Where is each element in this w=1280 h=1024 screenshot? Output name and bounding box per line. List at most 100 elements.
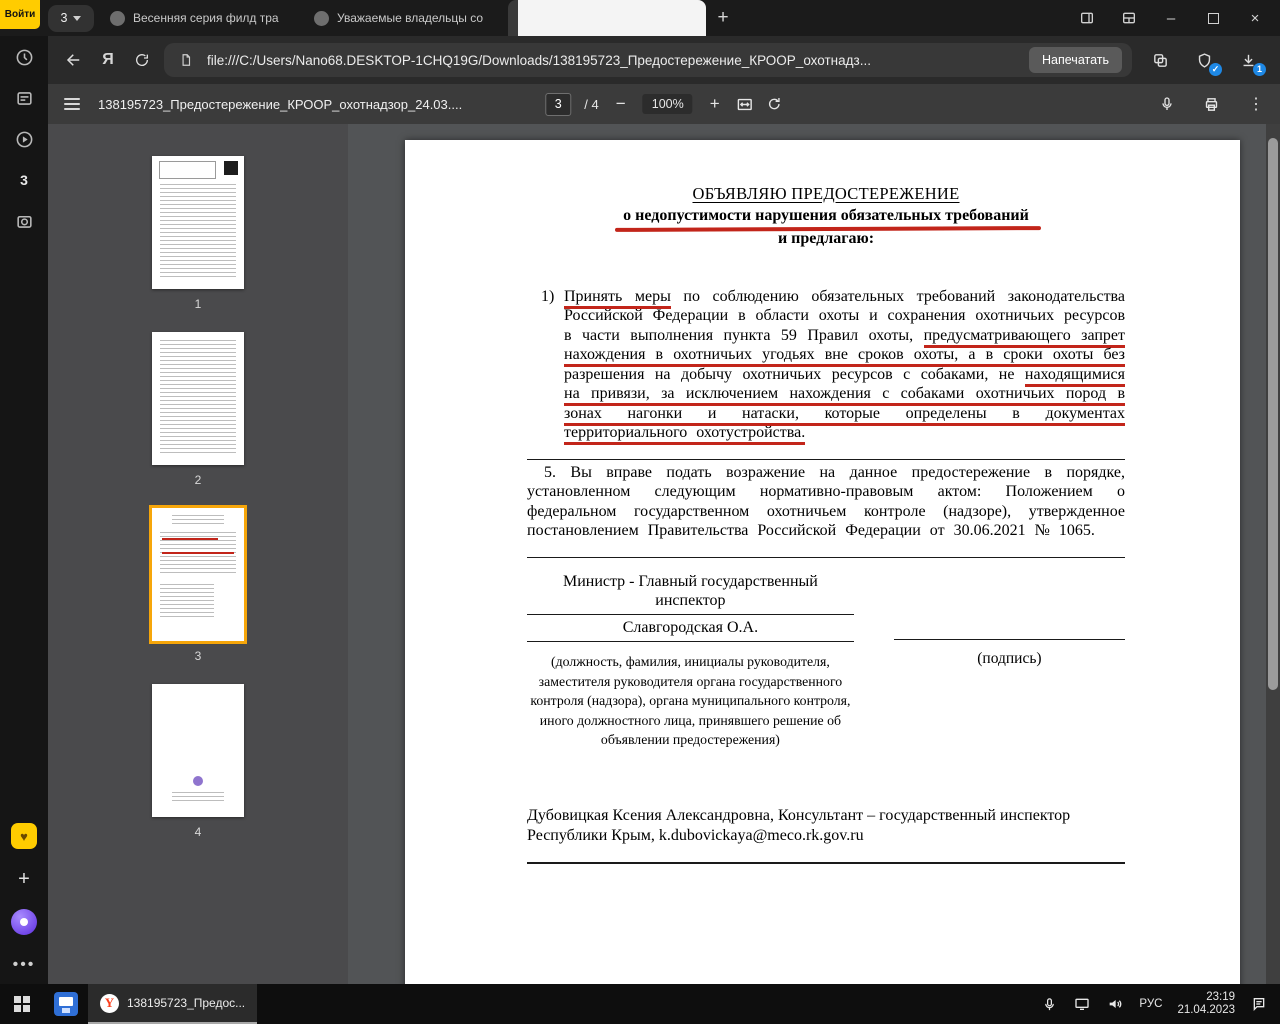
browser-side-rail: 3 ♥ + ••• bbox=[0, 36, 48, 984]
rotate-icon[interactable] bbox=[767, 96, 783, 112]
start-button[interactable] bbox=[0, 984, 44, 1024]
divider-line bbox=[527, 459, 1125, 460]
position-note: (должность, фамилия, инициалы руководите… bbox=[527, 652, 854, 750]
add-widget-icon[interactable]: + bbox=[13, 868, 35, 890]
print-icon[interactable] bbox=[1203, 96, 1220, 113]
signature-right-column: (подпись) bbox=[894, 572, 1125, 750]
download-icon[interactable]: 1 bbox=[1236, 48, 1260, 72]
close-button[interactable]: × bbox=[1246, 9, 1264, 27]
minister-title: Министр - Главный государственный инспек… bbox=[527, 572, 854, 610]
browser-window: Войти 3 Весенняя серия филд тра Уважаемы… bbox=[0, 0, 1280, 1024]
thumbnail-page-1[interactable]: 1 bbox=[152, 156, 244, 311]
feed-icon[interactable] bbox=[13, 87, 35, 109]
text-segment: разрешения на добычу охотничьих ресурсов… bbox=[564, 366, 1025, 383]
collections-icon[interactable] bbox=[1148, 48, 1172, 72]
video-icon[interactable] bbox=[13, 128, 35, 150]
fit-width-icon[interactable] bbox=[737, 96, 754, 113]
url-field[interactable]: file:///C:/Users/Nano68.DESKTOP-1CHQ19G/… bbox=[164, 43, 1132, 77]
thumbnail-preview bbox=[162, 552, 234, 554]
thumbnail-preview bbox=[172, 515, 224, 525]
thumbnail-page-4[interactable]: 4 bbox=[152, 684, 244, 839]
pdf-menu-icon[interactable] bbox=[64, 98, 80, 110]
windows-logo-icon bbox=[14, 996, 30, 1012]
time: 23:19 bbox=[1177, 991, 1235, 1005]
document-app-icon bbox=[54, 992, 78, 1016]
rail-tab-count[interactable]: 3 bbox=[13, 169, 35, 191]
page-number-input[interactable]: 3 bbox=[545, 93, 571, 116]
clause-5-paragraph: 5. Вы вправе подать возражение на данное… bbox=[527, 463, 1125, 541]
thumbnail-page-number: 1 bbox=[152, 297, 244, 311]
divider-line bbox=[527, 863, 1125, 864]
yandex-search-icon[interactable]: Я bbox=[96, 48, 120, 72]
thumbnail-preview[interactable] bbox=[152, 332, 244, 465]
address-url[interactable]: file:///C:/Users/Nano68.DESKTOP-1CHQ19G/… bbox=[207, 53, 1020, 68]
volume-icon[interactable] bbox=[1106, 995, 1124, 1013]
more-options-icon[interactable]: ⋮ bbox=[1248, 94, 1264, 114]
windows-taskbar: Y 138195723_Предос... РУС 23:19 21.04.20… bbox=[0, 984, 1280, 1024]
vertical-scrollbar[interactable] bbox=[1266, 124, 1280, 984]
tab-favicon bbox=[314, 11, 329, 26]
pdf-page-3: ОБЪЯВЛЯЮ ПРЕДОСТЕРЕЖЕНИЕ о недопустимост… bbox=[405, 140, 1240, 984]
tab-counter-value: 3 bbox=[61, 11, 68, 25]
thumbnail-preview bbox=[160, 584, 214, 618]
favorites-icon[interactable]: ♥ bbox=[11, 823, 37, 849]
browser-tab-1[interactable]: Весенняя серия филд тра bbox=[100, 0, 298, 36]
login-button[interactable]: Войти bbox=[0, 0, 40, 29]
scrollbar-thumb[interactable] bbox=[1268, 138, 1278, 690]
document-subtitle-2: и предлагаю: bbox=[527, 229, 1125, 249]
tab-groups-icon[interactable] bbox=[1120, 9, 1138, 27]
pdf-toolbar: 138195723_Предостережение_КРООР_охотнадз… bbox=[48, 84, 1280, 124]
thumbnail-preview[interactable] bbox=[152, 684, 244, 817]
screenshot-icon[interactable] bbox=[13, 210, 35, 232]
signature-block: Министр - Главный государственный инспек… bbox=[527, 572, 1125, 750]
print-page-button[interactable]: Напечатать bbox=[1029, 47, 1122, 73]
divider-line bbox=[527, 557, 1125, 558]
taskbar-browser-item[interactable]: Y 138195723_Предос... bbox=[88, 984, 257, 1024]
page-total-label: / 4 bbox=[584, 97, 598, 112]
thumbnail-page-3-selected[interactable]: 3 bbox=[152, 508, 244, 663]
zoom-in-button[interactable]: + bbox=[706, 94, 724, 114]
history-icon[interactable] bbox=[13, 46, 35, 68]
address-bar-actions: ✓ 1 bbox=[1142, 48, 1266, 72]
chevron-down-icon bbox=[73, 16, 81, 21]
thumbnail-preview[interactable] bbox=[152, 508, 244, 641]
yandex-browser-icon: Y bbox=[100, 994, 119, 1013]
thumbnail-preview bbox=[172, 792, 224, 804]
thumbnail-preview bbox=[159, 161, 216, 179]
read-aloud-mic-icon[interactable] bbox=[1159, 96, 1175, 112]
alice-assistant-icon[interactable] bbox=[11, 909, 37, 935]
protect-shield-icon[interactable]: ✓ bbox=[1192, 48, 1216, 72]
maximize-button[interactable] bbox=[1204, 9, 1222, 27]
minimize-button[interactable]: – bbox=[1162, 9, 1180, 27]
zoom-level[interactable]: 100% bbox=[643, 94, 693, 114]
display-icon[interactable] bbox=[1073, 995, 1091, 1013]
thumbnail-preview[interactable] bbox=[152, 156, 244, 289]
pdf-thumbnail-panel: 1 2 3 4 bbox=[48, 124, 348, 984]
signature-left-column: Министр - Главный государственный инспек… bbox=[527, 572, 854, 750]
notification-center-icon[interactable] bbox=[1250, 995, 1268, 1013]
tab-counter-button[interactable]: 3 bbox=[48, 5, 94, 32]
signature-line bbox=[527, 614, 854, 615]
microphone-icon[interactable] bbox=[1040, 995, 1058, 1013]
side-panel-icon[interactable] bbox=[1078, 9, 1096, 27]
reload-icon[interactable] bbox=[130, 48, 154, 72]
back-icon[interactable] bbox=[62, 48, 86, 72]
tab-title: Уважаемые владельцы со bbox=[337, 11, 492, 25]
tab-title: Весенняя серия филд тра bbox=[133, 11, 288, 25]
pdf-document-title: 138195723_Предостережение_КРООР_охотнадз… bbox=[98, 97, 462, 112]
document-subtitle-wrap: о недопустимости нарушения обязательных … bbox=[527, 206, 1125, 226]
language-indicator[interactable]: РУС bbox=[1139, 998, 1162, 1010]
pdf-canvas: ОБЪЯВЛЯЮ ПРЕДОСТЕРЕЖЕНИЕ о недопустимост… bbox=[348, 124, 1280, 984]
new-tab-button[interactable]: + bbox=[706, 7, 740, 29]
signature-label: (подпись) bbox=[894, 649, 1125, 669]
thumbnail-page-2[interactable]: 2 bbox=[152, 332, 244, 487]
office-app-button[interactable] bbox=[44, 984, 88, 1024]
tab-bar: Войти 3 Весенняя серия филд тра Уважаемы… bbox=[0, 0, 1280, 36]
thumbnail-preview bbox=[224, 161, 238, 175]
browser-tab-2[interactable]: Уважаемые владельцы со bbox=[304, 0, 502, 36]
rail-more-icon[interactable]: ••• bbox=[13, 954, 35, 976]
thumbnail-page-number: 2 bbox=[152, 473, 244, 487]
zoom-out-button[interactable]: − bbox=[612, 94, 630, 114]
browser-tab-3-active[interactable]: 138195723_Предостере × bbox=[508, 0, 706, 36]
clock[interactable]: 23:19 21.04.2023 bbox=[1177, 991, 1235, 1018]
